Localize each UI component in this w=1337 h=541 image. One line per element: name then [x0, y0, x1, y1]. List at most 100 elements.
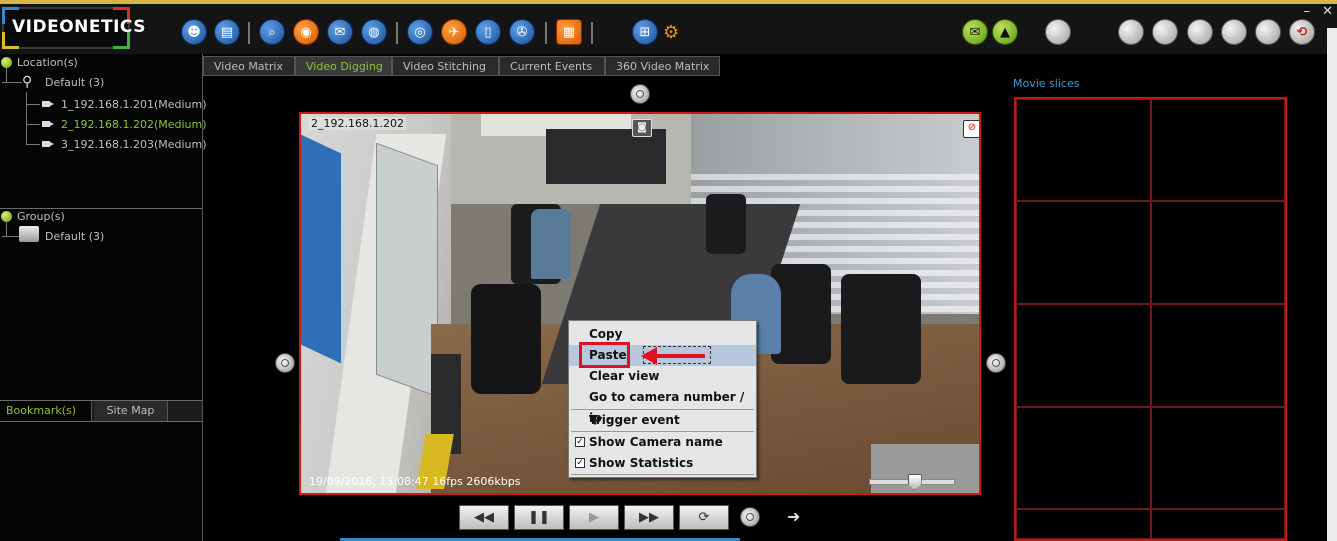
location-icon — [1, 57, 12, 68]
tree-camera-3[interactable]: 3_192.168.1.203(Medium) — [61, 138, 207, 151]
menu-item-trigger-event[interactable]: Trigger event — [569, 410, 756, 431]
tree-connector — [26, 124, 40, 125]
context-menu: Copy Paste Clear view Go to camera numbe… — [568, 320, 757, 478]
slice-cell[interactable] — [1151, 407, 1285, 509]
movie-slices-title: Movie slices — [1013, 77, 1080, 90]
tree-connector — [26, 92, 27, 145]
toolbar-divider — [396, 22, 398, 44]
zoom-icon[interactable]: ◎ — [407, 19, 433, 45]
pan-right-button[interactable] — [986, 353, 1006, 373]
fast-forward-button[interactable]: ▶▶ — [624, 505, 674, 530]
tree-connector — [2, 82, 22, 83]
status-indicator-icon[interactable] — [1221, 19, 1247, 45]
layout-icon[interactable]: ▦ — [556, 19, 582, 45]
tree-connector — [26, 104, 40, 105]
tab-video-matrix[interactable]: Video Matrix — [203, 56, 295, 76]
status-indicator-icon[interactable] — [1118, 19, 1144, 45]
panel-divider — [0, 208, 202, 209]
slice-cell[interactable] — [1016, 201, 1151, 304]
paste-highlight-box — [579, 342, 630, 368]
volume-slider[interactable] — [869, 474, 955, 490]
slice-cell[interactable] — [1016, 509, 1151, 539]
blue-wall-stripe — [301, 134, 341, 364]
snapshot-icon[interactable]: ◉ — [293, 19, 319, 45]
grid-icon[interactable]: ⊞ — [632, 19, 658, 45]
tab-current-events[interactable]: Current Events — [499, 56, 605, 76]
slice-cell[interactable] — [1016, 407, 1151, 509]
checkbox-show-statistics[interactable]: ✓ — [575, 458, 585, 468]
run-icon[interactable]: ✈ — [441, 19, 467, 45]
floor-mat — [871, 444, 979, 493]
status-indicator-icon[interactable] — [1187, 19, 1213, 45]
location-group-default[interactable]: Default (3) — [45, 76, 104, 89]
pause-button[interactable]: ❚❚ — [514, 505, 564, 530]
slice-cell[interactable] — [1016, 304, 1151, 407]
status-indicator-icon[interactable] — [1045, 19, 1071, 45]
tree-connector — [6, 222, 7, 236]
slice-cell[interactable] — [1016, 99, 1151, 201]
slice-cell[interactable] — [1151, 99, 1285, 201]
record-button[interactable] — [740, 507, 760, 527]
checkbox-show-camera-name[interactable]: ✓ — [575, 437, 585, 447]
pan-left-button[interactable] — [275, 353, 295, 373]
scrollbar[interactable] — [1327, 28, 1337, 541]
group-icon — [1, 211, 12, 222]
tree-connector — [26, 144, 40, 145]
annotation-arrow-shaft — [655, 354, 705, 358]
camera-icon — [42, 121, 54, 127]
location-header: Location(s) — [17, 56, 78, 69]
tree-camera-2[interactable]: 2_192.168.1.202(Medium) — [61, 118, 207, 131]
rewind-button[interactable]: ◀◀ — [459, 505, 509, 530]
next-arrow-icon[interactable]: ➜ — [787, 507, 800, 526]
report-icon[interactable]: ▤ — [214, 19, 240, 45]
menu-item-show-statistics[interactable]: ✓ Show Statistics — [569, 453, 756, 474]
loop-button[interactable]: ⟳ — [679, 505, 729, 530]
tab-bookmarks[interactable]: Bookmark(s) — [0, 401, 92, 421]
user-icon[interactable]: ☻ — [181, 19, 207, 45]
camera-icon — [42, 141, 54, 147]
pan-up-button[interactable] — [630, 84, 650, 104]
toolbar-divider — [591, 22, 593, 44]
globe-icon[interactable]: ◍ — [361, 19, 387, 45]
panel-divider — [0, 421, 202, 422]
mute-icon[interactable]: ⊘ — [963, 120, 979, 138]
annotation-arrow-head — [641, 347, 657, 365]
group-default[interactable]: Default (3) — [45, 230, 104, 243]
slice-cell[interactable] — [1151, 201, 1285, 304]
chair — [471, 284, 541, 394]
camera-icon — [42, 101, 54, 107]
chair — [841, 274, 921, 384]
tab-video-digging[interactable]: Video Digging — [295, 56, 392, 76]
status-indicator-icon[interactable] — [1152, 19, 1178, 45]
slice-cell[interactable] — [1151, 509, 1285, 539]
movie-slices-grid — [1014, 97, 1287, 541]
power-icon[interactable]: ⟲ — [1289, 19, 1315, 45]
toolbar-divider — [248, 22, 250, 44]
tree-connector — [6, 68, 7, 82]
close-button[interactable]: ✕ — [1322, 4, 1333, 19]
menu-item-clear-view[interactable]: Clear view — [569, 366, 756, 387]
play-button[interactable]: ▶ — [569, 505, 619, 530]
minimize-button[interactable]: – — [1303, 4, 1310, 19]
whiteboard — [376, 142, 438, 398]
message-icon[interactable]: ✉ — [962, 19, 988, 45]
group-header: Group(s) — [17, 210, 65, 223]
tab-360-video-matrix[interactable]: 360 Video Matrix — [605, 56, 720, 76]
snapshot-icon[interactable]: ◙ — [632, 119, 652, 137]
menu-item-goto-camera[interactable]: Go to camera number / ip - — [569, 387, 756, 425]
folder-icon — [19, 226, 39, 242]
film-icon[interactable]: ✇ — [509, 19, 535, 45]
mobile-icon[interactable]: ▯ — [475, 19, 501, 45]
bell-icon[interactable]: ▲ — [992, 19, 1018, 45]
camera-name-label: 2_192.168.1.202 — [309, 117, 406, 130]
settings-gear-icon[interactable]: ⚙ — [663, 22, 679, 43]
window-controls: – ✕ — [1295, 4, 1333, 19]
slice-cell[interactable] — [1151, 304, 1285, 407]
tab-video-stitching[interactable]: Video Stitching — [392, 56, 499, 76]
status-indicator-icon[interactable] — [1255, 19, 1281, 45]
search-camera-icon[interactable]: ⌕ — [259, 19, 285, 45]
tree-camera-1[interactable]: 1_192.168.1.201(Medium) — [61, 98, 207, 111]
tab-site-map[interactable]: Site Map — [94, 401, 168, 421]
mail-icon[interactable]: ✉ — [327, 19, 353, 45]
menu-item-show-camera-name[interactable]: ✓ Show Camera name — [569, 432, 756, 453]
